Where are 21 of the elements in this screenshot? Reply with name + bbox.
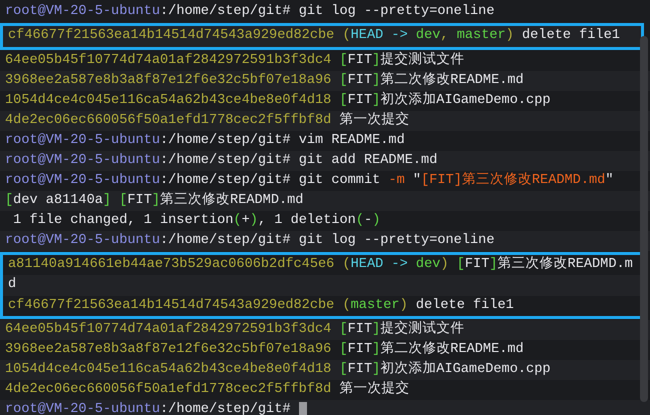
terminal-line: a81140a914661eb44ae73b529ac0606b2dfc45e6 (HEAD -> dev) [FIT]第三次修改READMD.m xyxy=(8,255,633,274)
terminal-line: 64ee05b45f10774d74a01af2842972591b3f3dc4 [FIT]提交测试文件 xyxy=(5,320,464,339)
terminal-line: 1054d4ce4c045e116ca54a62b43ce4be8e0f4d18 [FIT]初次添加AIGameDemo.cpp xyxy=(5,90,551,110)
terminal-line: d xyxy=(8,276,16,294)
terminal-line: root@VM-20-5-ubuntu:/home/step/git# git log --pretty=oneline xyxy=(5,3,494,21)
terminal-line: 3968ee2a587e8b3a8f87e12f6e32c5bf07e18a96 [FIT]第二次修改README.md xyxy=(5,340,524,359)
terminal-line: 4de2ec06ec660056f50a1efd1778cec2f5ffbf8d 第一次提交 xyxy=(5,110,410,130)
terminal-line: root@VM-20-5-ubuntu:/home/step/git# git add README.md xyxy=(5,152,438,170)
terminal-line: 1054d4ce4c045e116ca54a62b43ce4be8e0f4d18 [FIT]初次添加AIGameDemo.cpp xyxy=(5,360,551,379)
terminal-line: root@VM-20-5-ubuntu:/home/step/git# xyxy=(5,401,291,415)
terminal-line: 4de2ec06ec660056f50a1efd1778cec2f5ffbf8d 第一次提交 xyxy=(5,380,410,399)
terminal-line: 64ee05b45f10774d74a01af2842972591b3f3dc4 [FIT]提交测试文件 xyxy=(5,50,464,70)
scrollbar[interactable] xyxy=(640,36,648,402)
terminal-line: root@VM-20-5-ubuntu:/home/step/git# vim README.md xyxy=(5,132,405,150)
terminal-line: cf46677f21563ea14b14514d74543a929ed82cbe (HEAD -> dev, master) delete file1 xyxy=(8,27,620,46)
terminal-line: [dev a81140a] [FIT]第三次修改READMD.md xyxy=(5,191,304,210)
terminal-line: root@VM-20-5-ubuntu:/home/step/git# git log --pretty=oneline xyxy=(5,232,494,250)
terminal-line: 3968ee2a587e8b3a8f87e12f6e32c5bf07e18a96 [FIT]第二次修改README.md xyxy=(5,71,524,90)
terminal-line: 1 file changed, 1 insertion(+), 1 deletion(-) xyxy=(12,212,380,230)
terminal-line: cf46677f21563ea14b14514d74543a929ed82cbe (master) delete file1 xyxy=(8,296,514,315)
terminal-line: root@VM-20-5-ubuntu:/home/step/git# git commit -m "[FIT]第三次修改READMD.md" xyxy=(5,171,614,190)
